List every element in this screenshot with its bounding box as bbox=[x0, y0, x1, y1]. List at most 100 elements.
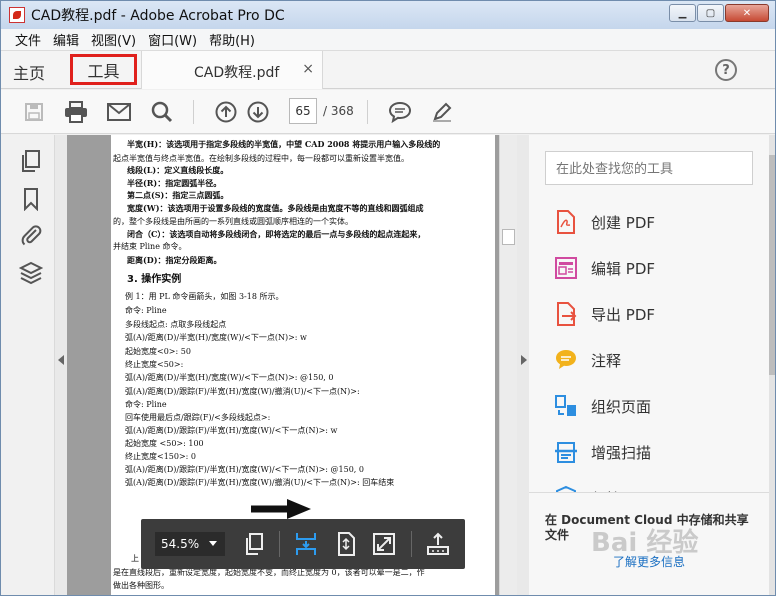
menu-edit[interactable]: 编辑 bbox=[47, 30, 85, 49]
page-text-line: 弧(A)/距离(D)/跟踪(F)/半宽(H)/宽度(W)/<下一点(N)>: @… bbox=[125, 465, 364, 474]
left-panel-toggle[interactable] bbox=[55, 135, 67, 595]
comment-tool-icon bbox=[556, 350, 576, 369]
scroll-mode-icon[interactable] bbox=[293, 531, 319, 557]
maximize-button[interactable]: ▢ bbox=[697, 4, 724, 22]
export-pdf-icon bbox=[557, 302, 577, 326]
page-text-line: 3. 操作实例 bbox=[127, 274, 182, 285]
acrobat-app-icon bbox=[9, 7, 25, 23]
page-text-line: 起始宽度<0>: 50 bbox=[125, 347, 191, 356]
right-panel-toggle[interactable] bbox=[517, 135, 529, 595]
tab-document[interactable]: CAD教程.pdf × bbox=[141, 51, 323, 89]
page-text-line: 线段(L)：定义直线段长度。 bbox=[127, 165, 229, 175]
page-number-input[interactable]: 65 bbox=[289, 98, 317, 124]
menu-view[interactable]: 视图(V) bbox=[85, 30, 142, 49]
comment-icon[interactable] bbox=[387, 99, 413, 125]
print-icon[interactable] bbox=[63, 99, 89, 125]
bookmarks-icon[interactable] bbox=[19, 187, 43, 211]
tool-label: 导出 PDF bbox=[591, 305, 655, 324]
toolbar-divider bbox=[411, 531, 412, 557]
page-text-line: 做出各种图形。 bbox=[113, 581, 169, 590]
toolbar-divider bbox=[367, 100, 368, 124]
tab-home[interactable]: 主页 bbox=[13, 60, 45, 84]
tool-label: 增强扫描 bbox=[591, 443, 652, 462]
menu-bar: 文件 编辑 视图(V) 窗口(W) 帮助(H) bbox=[1, 29, 775, 51]
help-icon[interactable]: ? bbox=[715, 59, 737, 81]
tool-create-pdf[interactable]: 创建 PDF bbox=[553, 207, 655, 237]
document-tab-label: CAD教程.pdf bbox=[194, 65, 280, 81]
watermark-text: Bai 经验 bbox=[591, 527, 698, 558]
toolbar-divider bbox=[279, 531, 280, 557]
tools-pane-scrollbar[interactable] bbox=[769, 135, 775, 595]
floating-page-toolbar: 54.5% bbox=[141, 519, 465, 569]
tool-label: 注释 bbox=[591, 351, 622, 370]
window-title: CAD教程.pdf - Adobe Acrobat Pro DC bbox=[31, 8, 285, 24]
tool-comment[interactable]: 注释 bbox=[553, 345, 621, 375]
tab-row: 主页 工具 CAD教程.pdf × ? bbox=[1, 51, 775, 89]
layers-icon[interactable] bbox=[19, 261, 43, 285]
enhance-scans-icon bbox=[555, 442, 577, 463]
create-pdf-icon bbox=[557, 210, 575, 234]
window-controls: ▁ ▢ ✕ bbox=[669, 4, 769, 22]
page-text-line: 的，整个多段线是由所画的一系列直线或圆弧顺序相连的一个实体。 bbox=[113, 217, 353, 226]
tool-list: 创建 PDF 编辑 PDF 导出 PDF 注释 组织页面 增强扫描 bbox=[529, 197, 769, 493]
page-text-line: 距离(D)：指定分段距离。 bbox=[127, 255, 222, 265]
page-text-line: 闭合（C）：该选项自动将多段线闭合，即将选定的最后一点与多段线的起点连起来， bbox=[127, 229, 426, 239]
tool-label: 创建 PDF bbox=[591, 213, 655, 232]
previous-page-icon[interactable] bbox=[213, 99, 239, 125]
tool-organize-pages[interactable]: 组织页面 bbox=[553, 391, 651, 421]
page-text-line: 命令: Pline bbox=[125, 400, 167, 409]
tool-protect[interactable]: 保护 bbox=[553, 483, 621, 493]
next-page-icon[interactable] bbox=[245, 99, 271, 125]
acrobat-window: CAD教程.pdf - Adobe Acrobat Pro DC ▁ ▢ ✕ 文… bbox=[0, 0, 776, 596]
page-text-line: 终止宽度<50>: bbox=[125, 360, 184, 369]
read-mode-icon[interactable] bbox=[425, 531, 451, 557]
chevron-down-icon bbox=[209, 541, 217, 546]
tab-tools[interactable]: 工具 bbox=[70, 54, 137, 85]
page-text-line: 多段线起点: 点取多段线起点 bbox=[125, 320, 227, 329]
page-text-line: 回车使用最后点/跟踪(F)/<多段线起点>: bbox=[125, 413, 271, 422]
scrollbar-thumb[interactable] bbox=[769, 155, 775, 375]
page-text-line: 弧(A)/距离(D)/跟踪(F)/半宽(H)/宽度(W)/<下一点(N)>: w bbox=[125, 426, 338, 435]
edit-pdf-icon bbox=[555, 257, 577, 279]
menu-help[interactable]: 帮助(H) bbox=[203, 30, 261, 49]
main-toolbar bbox=[1, 90, 775, 134]
menu-file[interactable]: 文件 bbox=[9, 30, 47, 49]
document-scrollbar[interactable] bbox=[499, 135, 517, 595]
email-icon[interactable] bbox=[106, 99, 132, 125]
close-window-button[interactable]: ✕ bbox=[725, 4, 769, 22]
tool-label: 保护 bbox=[591, 488, 621, 493]
highlight-pen-icon[interactable] bbox=[429, 99, 455, 125]
tool-enhance-scans[interactable]: 增强扫描 bbox=[553, 437, 651, 467]
page-text-line: 上 bbox=[131, 554, 139, 563]
search-icon[interactable] bbox=[149, 99, 175, 125]
save-icon[interactable] bbox=[21, 99, 47, 125]
fit-page-icon[interactable] bbox=[333, 531, 359, 557]
tool-edit-pdf[interactable]: 编辑 PDF bbox=[553, 253, 655, 283]
toolbar-divider bbox=[193, 100, 194, 124]
minimize-button[interactable]: ▁ bbox=[669, 4, 696, 22]
page-text-line: 半宽(H)：该选项用于指定多段线的半宽值，中望 CAD 2008 将提示用户输入… bbox=[127, 139, 441, 149]
close-tab-icon[interactable]: × bbox=[302, 61, 314, 77]
page-text-line: 第二点(S)：指定三点圆弧。 bbox=[127, 190, 229, 200]
tool-search-input[interactable] bbox=[545, 151, 753, 185]
page-total: / 368 bbox=[323, 104, 354, 118]
page-text-line: 弧(A)/距离(D)/跟踪(F)/半宽(H)/宽度(W)/撤消(U)/<下一点(… bbox=[125, 478, 395, 487]
page-text-line: 起点半宽值与终点半宽值。在绘制多段线的过程中，每一段都可以重新设置半宽值。 bbox=[113, 154, 409, 163]
page-thumbnails-icon[interactable] bbox=[19, 149, 43, 173]
full-screen-icon[interactable] bbox=[371, 531, 397, 557]
collapse-right-icon bbox=[521, 355, 527, 365]
title-bar: CAD教程.pdf - Adobe Acrobat Pro DC ▁ ▢ ✕ bbox=[1, 1, 775, 29]
tool-export-pdf[interactable]: 导出 PDF bbox=[553, 299, 655, 329]
baidu-watermark: Bai 经验 bbox=[591, 527, 698, 558]
page-text-line: 例 1：用 PL 命令画箭头，如图 3-18 所示。 bbox=[125, 292, 284, 301]
page-text-line: 弧(A)/距离(D)/半宽(H)/宽度(W)/<下一点(N)>: @150, 0 bbox=[125, 373, 334, 382]
left-navigation-rail bbox=[1, 135, 55, 595]
collapse-left-icon bbox=[58, 355, 64, 365]
page-text-line: 命令: Pline bbox=[125, 306, 167, 315]
scrollbar-thumb[interactable] bbox=[502, 229, 515, 245]
organize-pages-icon bbox=[555, 395, 576, 416]
menu-window[interactable]: 窗口(W) bbox=[142, 30, 203, 49]
page-copy-icon[interactable] bbox=[241, 531, 267, 557]
attachments-icon[interactable] bbox=[19, 223, 43, 247]
page-text-line: 弧(A)/距离(D)/跟踪(F)/半宽(H)/宽度(W)/撤消(U)/<下一点(… bbox=[125, 387, 360, 396]
